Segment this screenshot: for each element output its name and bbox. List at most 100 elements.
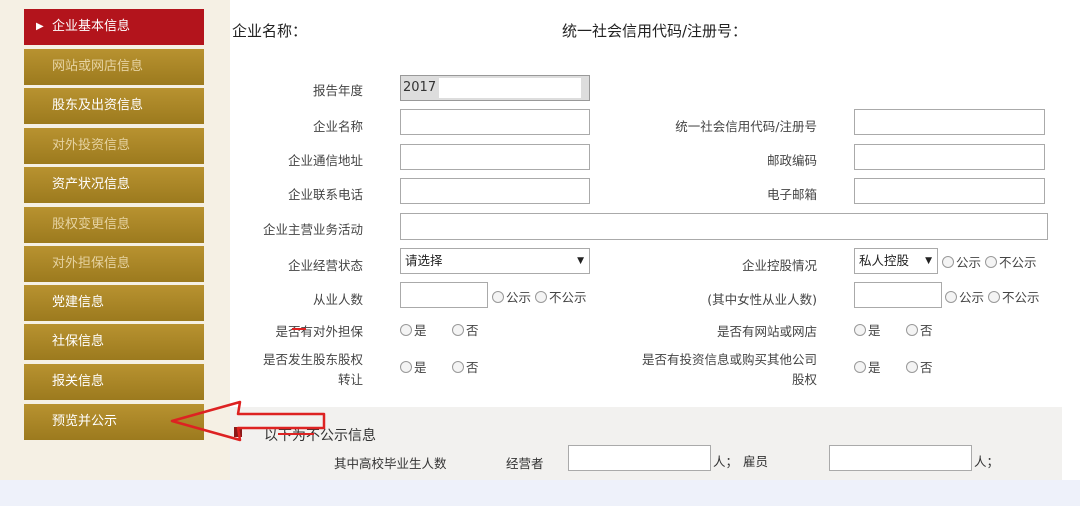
sidebar-item-label: 预览并公示 bbox=[52, 414, 118, 429]
report-year-field: 2017 bbox=[400, 75, 590, 101]
address-label: 企业通信地址 bbox=[287, 153, 363, 168]
status-select-value: 请选择 bbox=[405, 253, 443, 268]
radio-icon bbox=[854, 324, 866, 336]
business-input[interactable] bbox=[400, 213, 1048, 240]
equity-no-radio[interactable]: 否 bbox=[452, 357, 479, 376]
basic-info-form: 报告年度 2017 企业名称 统一社会信用代码/注册号 企业通信地址 邮政编码 … bbox=[230, 52, 1080, 407]
sidebar-item-label: 股东及出资信息 bbox=[52, 98, 144, 113]
website-label: 是否有网站或网店 bbox=[716, 324, 817, 339]
non-public-section: 以下为不公示信息 其中高校毕业生人数 经营者 人； 雇员 人； bbox=[230, 407, 1062, 480]
sidebar-item-label: 企业基本信息 bbox=[52, 19, 131, 34]
sidebar-item-label: 网站或网店信息 bbox=[52, 59, 144, 74]
female-employees-input[interactable] bbox=[854, 282, 942, 308]
holding-label: 企业控股情况 bbox=[741, 258, 817, 273]
operator-label: 经营者 bbox=[506, 456, 544, 471]
postcode-input[interactable] bbox=[854, 144, 1045, 170]
email-label: 电子邮箱 bbox=[766, 187, 817, 202]
company-name-label: 企业名称： bbox=[232, 22, 308, 40]
equity-label: 是否发生股东股权 bbox=[262, 352, 363, 367]
employees-input[interactable] bbox=[400, 282, 488, 308]
sidebar-item-label: 党建信息 bbox=[52, 295, 105, 310]
invest-label-line2: 股权 bbox=[791, 372, 817, 387]
status-select[interactable]: 请选择 ▼ bbox=[400, 248, 590, 274]
report-year-value: 2017 bbox=[403, 80, 437, 95]
credit-code-field-label: 统一社会信用代码/注册号 bbox=[675, 119, 817, 134]
business-label: 企业主营业务活动 bbox=[262, 222, 363, 237]
sidebar-item-label: 资产状况信息 bbox=[52, 177, 131, 192]
phone-input[interactable] bbox=[400, 178, 590, 204]
employee-label: 雇员 bbox=[743, 454, 769, 469]
female-public-radio[interactable]: 公示 bbox=[945, 287, 984, 306]
employees-private-radio[interactable]: 不公示 bbox=[535, 287, 587, 306]
radio-icon bbox=[400, 324, 412, 336]
annotation-underline bbox=[292, 328, 306, 330]
radio-icon bbox=[988, 291, 1000, 303]
holding-select-value: 私人控股 bbox=[859, 253, 910, 268]
credit-code-input[interactable] bbox=[854, 109, 1045, 135]
employees-public-radio[interactable]: 公示 bbox=[492, 287, 531, 306]
email-input[interactable] bbox=[854, 178, 1045, 204]
sidebar-item-shareholders[interactable]: 股东及出资信息 bbox=[24, 88, 204, 124]
holding-private-radio[interactable]: 不公示 bbox=[985, 252, 1037, 271]
sidebar-item-guarantee[interactable]: 对外担保信息 bbox=[24, 246, 204, 282]
report-year-label: 报告年度 bbox=[312, 83, 363, 98]
company-name-field-label: 企业名称 bbox=[312, 119, 363, 134]
guarantee-label: 是否有对外担保 bbox=[275, 324, 363, 339]
sidebar-item-label: 社保信息 bbox=[52, 334, 105, 349]
holding-select[interactable]: 私人控股 ▼ bbox=[854, 248, 938, 274]
sidebar-item-investment[interactable]: 对外投资信息 bbox=[24, 128, 204, 164]
equity-yes-radio[interactable]: 是 bbox=[400, 357, 427, 376]
sidebar-item-label: 股权变更信息 bbox=[52, 217, 131, 232]
radio-icon bbox=[535, 291, 547, 303]
equity-label-line2: 转让 bbox=[337, 372, 363, 387]
radio-icon bbox=[452, 361, 464, 373]
sidebar-item-website[interactable]: 网站或网店信息 bbox=[24, 49, 204, 85]
radio-icon bbox=[400, 361, 412, 373]
sidebar-item-assets[interactable]: 资产状况信息 bbox=[24, 167, 204, 203]
invest-no-radio[interactable]: 否 bbox=[906, 357, 933, 376]
sidebar-item-label: 报关信息 bbox=[52, 374, 105, 389]
guarantee-yes-radio[interactable]: 是 bbox=[400, 320, 427, 339]
status-label: 企业经营状态 bbox=[287, 258, 363, 273]
radio-icon bbox=[492, 291, 504, 303]
radio-icon bbox=[906, 361, 918, 373]
radio-icon bbox=[985, 256, 997, 268]
female-private-radio[interactable]: 不公示 bbox=[988, 287, 1040, 306]
phone-label: 企业联系电话 bbox=[287, 187, 363, 202]
company-name-input[interactable] bbox=[400, 109, 590, 135]
company-header: 企业名称： 统一社会信用代码/注册号： bbox=[230, 10, 1080, 53]
address-input[interactable] bbox=[400, 144, 590, 170]
website-yes-radio[interactable]: 是 bbox=[854, 320, 881, 339]
sidebar-item-social-security[interactable]: 社保信息 bbox=[24, 324, 204, 360]
sidebar-item-party[interactable]: 党建信息 bbox=[24, 285, 204, 321]
sidebar-item-customs[interactable]: 报关信息 bbox=[24, 364, 204, 400]
radio-icon bbox=[854, 361, 866, 373]
sidebar-item-basic-info[interactable]: ▶ 企业基本信息 bbox=[24, 9, 204, 45]
unit-label-end: 人； bbox=[974, 454, 1000, 469]
dropdown-arrow-icon: ▼ bbox=[925, 256, 932, 266]
radio-icon bbox=[906, 324, 918, 336]
annotation-arrow-icon bbox=[170, 400, 326, 442]
radio-icon bbox=[942, 256, 954, 268]
radio-icon bbox=[945, 291, 957, 303]
credit-code-label: 统一社会信用代码/注册号： bbox=[562, 22, 748, 40]
invest-label: 是否有投资信息或购买其他公司 bbox=[641, 352, 817, 367]
bottom-band bbox=[0, 480, 1080, 506]
holding-public-radio[interactable]: 公示 bbox=[942, 252, 981, 271]
sidebar-item-label: 对外担保信息 bbox=[52, 256, 131, 271]
unit-label: 人； bbox=[713, 454, 739, 469]
guarantee-no-radio[interactable]: 否 bbox=[452, 320, 479, 339]
graduates-label: 其中高校毕业生人数 bbox=[334, 456, 447, 471]
radio-icon bbox=[452, 324, 464, 336]
sidebar-item-label: 对外投资信息 bbox=[52, 138, 131, 153]
dropdown-arrow-icon: ▼ bbox=[577, 256, 584, 266]
invest-yes-radio[interactable]: 是 bbox=[854, 357, 881, 376]
operator-graduates-input[interactable] bbox=[568, 445, 711, 471]
website-no-radio[interactable]: 否 bbox=[906, 320, 933, 339]
female-employees-label: (其中女性从业人数) bbox=[707, 292, 817, 307]
caret-right-icon: ▶ bbox=[36, 21, 44, 32]
employees-label: 从业人数 bbox=[312, 292, 363, 307]
employee-graduates-input[interactable] bbox=[829, 445, 972, 471]
postcode-label: 邮政编码 bbox=[766, 153, 817, 168]
sidebar-item-equity-change[interactable]: 股权变更信息 bbox=[24, 207, 204, 243]
